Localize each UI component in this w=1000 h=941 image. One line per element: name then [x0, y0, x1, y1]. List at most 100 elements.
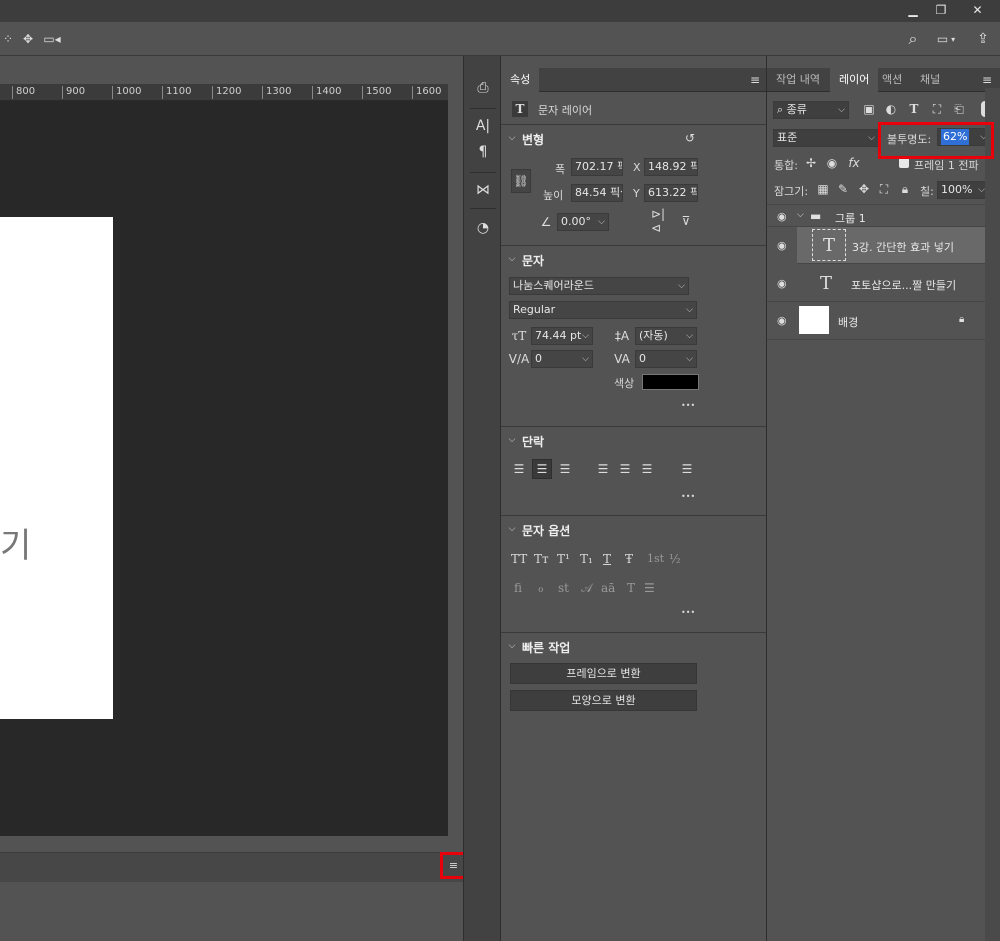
font-size-field[interactable]: 74.44 pt ⌵ [531, 327, 593, 345]
x-field[interactable]: 148.92 픽 [644, 158, 698, 176]
filter-shape-icon[interactable]: ⛶ [931, 102, 943, 116]
fill-field[interactable]: 100% ⌵ [937, 181, 989, 199]
layer-row-background[interactable]: ◉ 배경 🔒︎ [767, 302, 985, 340]
restore-button[interactable]: ❐ [926, 0, 956, 20]
link-icon[interactable]: ⛓ [511, 169, 531, 193]
history-brush-icon[interactable]: ◔ [464, 216, 502, 240]
superscript-icon[interactable]: T¹ [557, 552, 570, 566]
layer-row-group[interactable]: ◉ ⌵ ▬ 그룹 1 [767, 204, 985, 227]
horizontal-scrollbar[interactable] [0, 836, 463, 852]
artboard[interactable] [0, 217, 113, 719]
justify-center-icon[interactable]: ☰ [617, 461, 633, 477]
strikethrough-icon[interactable]: Ŧ [625, 552, 633, 566]
minimize-button[interactable]: ▁ [898, 0, 928, 20]
justify-right-icon[interactable]: ☰ [639, 461, 655, 477]
underline-icon[interactable]: T [603, 552, 611, 566]
align-icon[interactable]: ⁘ [0, 31, 16, 47]
canvas-text[interactable]: 기 [0, 518, 31, 567]
swash-icon[interactable]: 𝒜 [581, 581, 592, 596]
more-options-icon[interactable]: ••• [681, 401, 695, 410]
chevron-down-icon[interactable]: ⌵ [507, 435, 517, 445]
eye-icon[interactable]: ◉ [777, 314, 787, 327]
layer-filter-select[interactable]: ⌕ 종류 ⌵ [773, 101, 849, 119]
search-icon[interactable]: ⌕ [904, 29, 922, 48]
fractions-icon[interactable]: ½ [669, 552, 681, 566]
filter-type-icon[interactable]: T [908, 102, 920, 116]
convert-to-frame-button[interactable]: 프레임으로 변환 [510, 663, 697, 684]
subscript-icon[interactable]: T₁ [580, 552, 593, 566]
video-icon[interactable]: ▭◂ [42, 31, 62, 47]
workspace-icon[interactable]: ▭ ▾ [932, 30, 960, 48]
lock-position-icon[interactable]: ✥ [858, 182, 870, 196]
lock-transparent-icon[interactable]: ▦ [817, 182, 829, 196]
unify-visibility-icon[interactable]: ◉ [825, 156, 839, 170]
discretionary-ligatures-icon[interactable]: ℴ [538, 581, 544, 595]
tab-actions[interactable]: 액션 [873, 68, 911, 92]
small-caps-icon[interactable]: Tт [534, 552, 549, 566]
justify-left-icon[interactable]: ☰ [595, 461, 611, 477]
height-field[interactable]: 84.54 픽셀 [571, 184, 623, 202]
paths-panel-icon[interactable]: ⋈ [464, 178, 502, 202]
all-caps-icon[interactable]: TT [511, 552, 527, 566]
ordinals-icon[interactable]: 1st [647, 552, 664, 565]
eye-icon[interactable]: ◉ [777, 210, 787, 223]
lock-pixels-icon[interactable]: ✎ [837, 182, 849, 196]
unify-position-icon[interactable]: ✢ [804, 156, 818, 170]
panel-menu-icon[interactable]: ≡ [981, 73, 993, 87]
stylistic-alternates-icon[interactable]: aā [601, 581, 615, 595]
tracking-field[interactable]: 0 ⌵ [635, 350, 697, 368]
tab-history[interactable]: 작업 내역 [767, 68, 829, 92]
convert-to-shape-button[interactable]: 모양으로 변환 [510, 690, 697, 711]
eye-icon[interactable]: ◉ [777, 277, 787, 290]
justify-all-icon[interactable]: ☰ [679, 461, 695, 477]
font-family-select[interactable]: 나눔스퀘어라운드 ⌵ [509, 277, 689, 295]
paragraph-panel-icon[interactable]: ¶ [464, 140, 502, 164]
font-style-select[interactable]: Regular ⌵ [509, 301, 697, 319]
align-center-icon[interactable]: ☰ [532, 459, 552, 479]
vertical-scrollbar[interactable] [985, 88, 1000, 941]
share-icon[interactable]: ⇪ [974, 30, 992, 48]
leading-field[interactable]: (자동) ⌵ [635, 327, 697, 345]
kerning-field[interactable]: 0 ⌵ [531, 350, 593, 368]
close-button[interactable]: ✕ [955, 0, 1000, 20]
angle-field[interactable]: 0.00° ⌵ [557, 213, 609, 231]
character-panel-icon[interactable]: A| [464, 114, 502, 138]
lock-artboard-icon[interactable]: ⛶ [878, 182, 890, 196]
reset-icon[interactable]: ↺ [683, 131, 697, 145]
width-field[interactable]: 702.17 픽 [571, 158, 623, 176]
text-color-swatch[interactable] [642, 374, 699, 390]
chevron-down-icon[interactable]: ⌵ [797, 210, 804, 220]
more-options-icon[interactable]: ••• [681, 608, 695, 617]
lock-all-icon[interactable]: 🔒︎ [899, 182, 911, 196]
old-style-icon[interactable]: st [558, 581, 569, 595]
panel-menu-icon[interactable]: ≡ [749, 73, 761, 87]
layer-row-selected[interactable]: T 3강. 간단한 효과 넣기 [797, 227, 985, 264]
chevron-down-icon[interactable]: ⌵ [507, 254, 517, 264]
filter-pixel-icon[interactable]: ▣ [863, 102, 875, 116]
clone-source-icon[interactable]: ⎙ [464, 76, 502, 100]
propagate-checkbox[interactable] [899, 158, 909, 168]
align-left-icon[interactable]: ☰ [511, 461, 527, 477]
layer-row[interactable]: ◉ T 포토샵으로...짤 만들기 [767, 265, 985, 302]
more-options-icon[interactable]: ••• [681, 492, 695, 501]
y-field[interactable]: 613.22 픽 [644, 184, 698, 202]
chevron-down-icon[interactable]: ⌵ [507, 641, 517, 651]
chevron-down-icon[interactable]: ⌵ [507, 524, 517, 534]
titling-alternates-icon[interactable]: T [627, 581, 635, 595]
eye-icon[interactable]: ◉ [777, 239, 787, 252]
blend-mode-select[interactable]: 표준 ⌵ [773, 129, 879, 147]
unify-style-icon[interactable]: fx [845, 156, 863, 170]
filter-smart-icon[interactable]: ⎗ [953, 102, 965, 116]
flip-horizontal-icon[interactable]: ⊳|⊲ [651, 207, 667, 235]
tab-channels[interactable]: 채널 [911, 68, 949, 92]
flip-vertical-icon[interactable]: ⊽ [679, 214, 693, 228]
filter-adjustment-icon[interactable]: ◐ [885, 102, 897, 116]
align-right-icon[interactable]: ☰ [557, 461, 573, 477]
tab-properties[interactable]: 속성 [501, 68, 540, 92]
font-size-icon: τT [511, 329, 527, 343]
3d-move-icon[interactable]: ✥ [20, 31, 36, 47]
ligatures-icon[interactable]: fi [514, 581, 522, 595]
ordinal-alternates-icon[interactable]: ☰ [644, 581, 655, 595]
chevron-down-icon[interactable]: ⌵ [507, 133, 517, 143]
tab-layers[interactable]: 레이어 [830, 68, 879, 92]
